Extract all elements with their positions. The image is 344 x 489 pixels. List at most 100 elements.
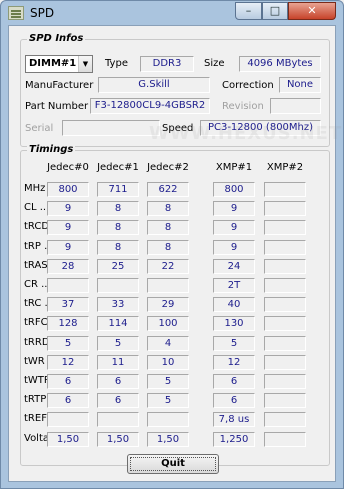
timings-cell: 37 — [47, 297, 89, 312]
serial-field — [62, 120, 160, 136]
timings-cell: 8 — [97, 240, 139, 255]
app-icon — [8, 6, 24, 20]
timings-cell: 1,50 — [147, 432, 189, 447]
size-field: 4096 MBytes — [239, 56, 321, 72]
timings-cell: 1,50 — [47, 432, 89, 447]
size-label: Size — [204, 58, 225, 69]
timings-cell: 10 — [147, 355, 189, 370]
quit-button[interactable]: Quit — [127, 454, 219, 474]
timings-cell — [47, 278, 89, 293]
watermark-text: WWW.HEXUS.NET — [149, 123, 343, 144]
timings-column-header: XMP#1 — [215, 162, 253, 173]
timings-cell: 33 — [97, 297, 139, 312]
timings-cell: 29 — [147, 297, 189, 312]
timings-cell: 8 — [97, 220, 139, 235]
timings-cell — [264, 259, 306, 274]
timings-cell: 1,250 — [213, 432, 255, 447]
correction-label: Correction — [222, 80, 274, 91]
manufacturer-field: G.Skill — [98, 77, 210, 93]
timings-cell: 22 — [147, 259, 189, 274]
dimm-select[interactable]: DIMM#1 ▼ — [25, 55, 93, 73]
timings-cell — [264, 432, 306, 447]
timings-column-header: Jedec#2 — [147, 162, 189, 173]
timings-cell — [264, 240, 306, 255]
timings-cell: 6 — [97, 374, 139, 389]
revision-field — [270, 98, 321, 114]
timings-cell — [264, 201, 306, 216]
timings-cell — [47, 412, 89, 427]
type-field: DDR3 — [140, 56, 194, 72]
timings-cell: 6 — [213, 393, 255, 408]
timings-cell: 800 — [213, 182, 255, 197]
timings-cell: 8 — [147, 240, 189, 255]
timings-title: Timings — [27, 144, 76, 155]
timings-cell: 5 — [147, 374, 189, 389]
timings-cell: 100 — [147, 316, 189, 331]
timings-cell: 9 — [213, 240, 255, 255]
timings-cell: 9 — [47, 201, 89, 216]
timings-cell: 6 — [47, 393, 89, 408]
timings-cell: 130 — [213, 316, 255, 331]
timings-column-header: XMP#2 — [266, 162, 304, 173]
maximize-button[interactable]: □ — [262, 2, 288, 20]
timings-cell: 1,50 — [97, 432, 139, 447]
part-number-field: F3-12800CL9-4GBSR2 — [90, 98, 210, 114]
timings-cell: 6 — [47, 374, 89, 389]
type-label: Type — [105, 58, 128, 69]
timings-cell — [264, 393, 306, 408]
timings-cell: 5 — [213, 336, 255, 351]
timings-group: Timings Jedec#0 Jedec#1 Jedec#2 XMP#1 XMP#2 M… — [20, 144, 330, 466]
timings-cell: 24 — [213, 259, 255, 274]
timings-cell: 8 — [147, 201, 189, 216]
timings-cell: 622 — [147, 182, 189, 197]
serial-label: Serial — [25, 123, 54, 134]
close-button[interactable]: ✕ — [288, 2, 336, 20]
timings-cell: 12 — [47, 355, 89, 370]
minimize-button[interactable]: – — [235, 2, 262, 20]
timings-cell — [264, 374, 306, 389]
client-area: SPD Infos DIMM#1 ▼ Type DDR3 Size 4096 M… — [8, 25, 341, 482]
timings-cell: 4 — [147, 336, 189, 351]
spd-window: SPD – □ ✕ SPD Infos DIMM#1 ▼ Type DDR3 S… — [0, 0, 344, 489]
timings-cell — [264, 355, 306, 370]
timings-cell — [264, 278, 306, 293]
timings-cell: 2T — [213, 278, 255, 293]
timings-cell: 800 — [47, 182, 89, 197]
title-bar[interactable]: SPD – □ ✕ — [1, 1, 343, 25]
timings-cell: 128 — [47, 316, 89, 331]
timings-cell — [147, 278, 189, 293]
timings-cell: 6 — [97, 393, 139, 408]
timings-cell — [264, 336, 306, 351]
part-number-label: Part Number — [25, 101, 89, 112]
spd-infos-group: SPD Infos DIMM#1 ▼ Type DDR3 Size 4096 M… — [20, 33, 341, 147]
timings-cell: 25 — [97, 259, 139, 274]
timings-cell — [264, 316, 306, 331]
timings-column-header: Jedec#1 — [97, 162, 139, 173]
timings-cell: 11 — [97, 355, 139, 370]
manufacturer-label: ManuFacturer — [25, 80, 94, 91]
timings-cell: 40 — [213, 297, 255, 312]
timings-cell — [97, 412, 139, 427]
timings-cell: 12 — [213, 355, 255, 370]
timings-cell: 5 — [97, 336, 139, 351]
timings-cell: 9 — [47, 220, 89, 235]
timings-cell: 5 — [147, 393, 189, 408]
timings-cell: 114 — [97, 316, 139, 331]
timings-cell — [264, 220, 306, 235]
timings-cell: 5 — [47, 336, 89, 351]
timings-cell: 6 — [213, 374, 255, 389]
timings-cell: 9 — [47, 240, 89, 255]
window-title: SPD — [30, 6, 55, 20]
timings-cell — [264, 182, 306, 197]
spd-infos-title: SPD Infos — [27, 33, 86, 44]
timings-cell — [147, 412, 189, 427]
timings-row-label: MHz — [24, 183, 46, 194]
timings-column-header: Jedec#0 — [47, 162, 89, 173]
timings-cell: 28 — [47, 259, 89, 274]
timings-cell — [97, 278, 139, 293]
timings-cell: 8 — [97, 201, 139, 216]
quit-button-label: Quit — [130, 457, 216, 471]
timings-cell: 9 — [213, 220, 255, 235]
correction-field: None — [279, 77, 321, 93]
chevron-down-icon[interactable]: ▼ — [78, 56, 92, 72]
